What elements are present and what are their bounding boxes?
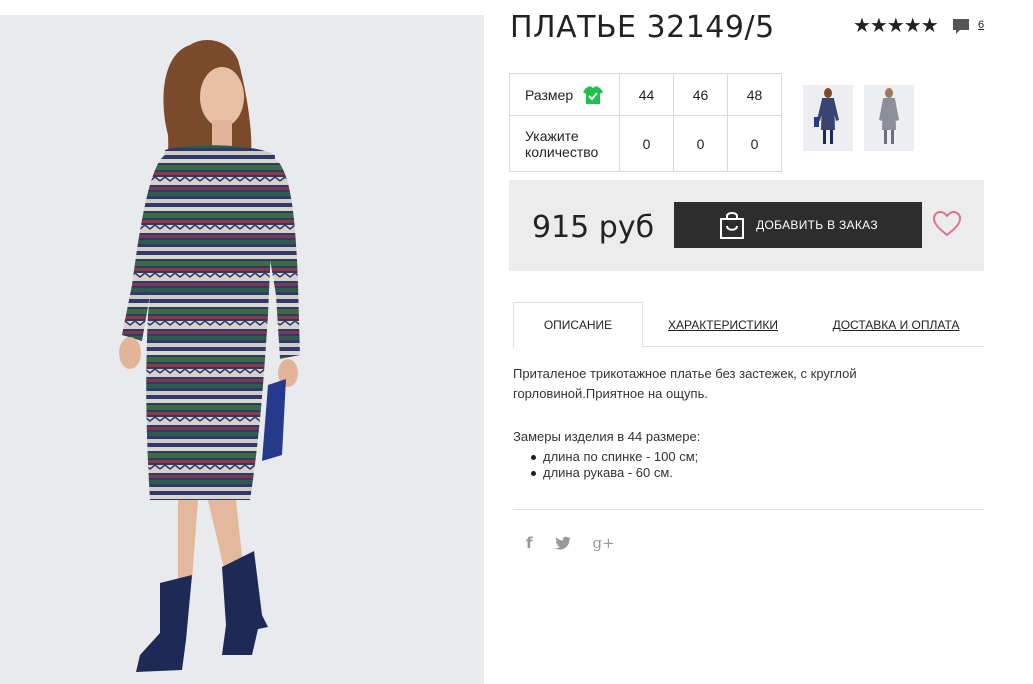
measurement-item: длина рукава - 60 см. — [531, 465, 698, 481]
product-title: ПЛАТЬЕ 32149/5 — [510, 10, 775, 45]
size-option[interactable]: 46 — [673, 73, 728, 116]
rating-stars-text: ★★★★★ — [853, 15, 939, 37]
quantity-input[interactable]: 0 — [619, 115, 674, 172]
comments-link[interactable]: 6 — [952, 18, 984, 36]
tab-delivery-payment[interactable]: ДОСТАВКА И ОПЛАТА — [821, 302, 971, 347]
twitter-icon[interactable] — [554, 536, 571, 550]
shopping-bag-icon — [720, 212, 745, 239]
quantity-input[interactable]: 0 — [727, 115, 782, 172]
comments-count[interactable]: 6 — [978, 19, 984, 31]
divider — [513, 509, 984, 510]
tab-characteristics[interactable]: ХАРАКТЕРИСТИКИ — [663, 302, 783, 347]
price-box: 915 руб ДОБАВИТЬ В ЗАКАЗ — [509, 180, 984, 271]
measurements-title: Замеры изделия в 44 размере: — [513, 429, 701, 444]
facebook-icon[interactable]: f — [526, 534, 533, 552]
size-label-cell: Размер — [509, 73, 620, 116]
size-option[interactable]: 44 — [619, 73, 674, 116]
google-plus-icon[interactable]: g+ — [593, 534, 615, 552]
size-chart-check-icon[interactable] — [583, 85, 604, 104]
product-tabs: ОПИСАНИЕ ХАРАКТЕРИСТИКИ ДОСТАВКА И ОПЛАТ… — [513, 302, 984, 348]
rating-stars[interactable]: ★★★★★ — [853, 15, 939, 37]
product-description: Приталеное трикотажное платье без застеж… — [513, 366, 857, 401]
quantity-label-line1: Укажите — [525, 127, 579, 144]
quantity-label-line2: количество — [525, 143, 599, 160]
size-label: Размер — [525, 86, 574, 103]
quantity-label: Укажите количество — [509, 115, 620, 172]
add-to-order-button[interactable]: ДОБАВИТЬ В ЗАКАЗ — [674, 202, 922, 248]
size-quantity-table: Размер 44 46 48 Укажите количество 0 0 0 — [509, 73, 782, 172]
product-photo[interactable] — [0, 15, 484, 684]
thumbnail-2[interactable] — [864, 85, 914, 151]
wishlist-heart-icon[interactable] — [933, 211, 961, 237]
size-row: Размер 44 46 48 — [509, 73, 782, 116]
measurement-item: длина по спинке - 100 см; — [531, 449, 698, 465]
quantity-row: Укажите количество 0 0 0 — [509, 115, 782, 172]
product-thumbnails — [803, 85, 914, 151]
thumbnail-1[interactable] — [803, 85, 853, 151]
add-to-order-label: ДОБАВИТЬ В ЗАКАЗ — [756, 218, 878, 232]
size-option[interactable]: 48 — [727, 73, 782, 116]
tab-description[interactable]: ОПИСАНИЕ — [513, 302, 643, 348]
quantity-input[interactable]: 0 — [673, 115, 728, 172]
social-share: f g+ — [526, 534, 615, 552]
price: 915 руб — [532, 210, 655, 245]
comment-icon — [953, 19, 969, 34]
measurements-list: длина по спинке - 100 см; длина рукава -… — [531, 449, 698, 481]
